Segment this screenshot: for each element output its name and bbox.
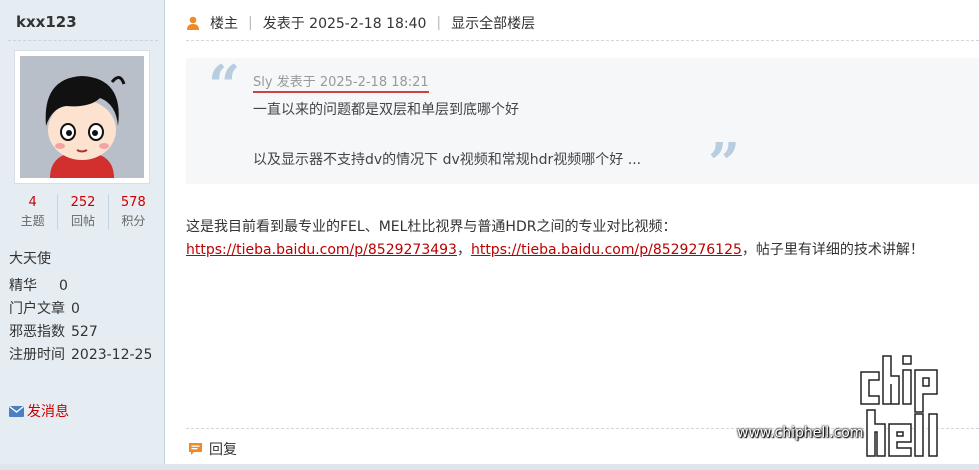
info-key: 注册时间 — [9, 347, 65, 363]
quote-open-icon: “ — [208, 53, 241, 119]
avatar-image — [20, 56, 144, 178]
user-sidebar: kxx123 4 主题 252 回帖 578 积分 大天使 精华 0 门户文章 … — [0, 0, 165, 470]
info-row: 注册时间 2023-12-25 — [9, 344, 152, 367]
info-value: 2023-12-25 — [71, 347, 153, 363]
stat-label: 回帖 — [70, 214, 95, 228]
quote-line: 以及显示器不支持dv的情况下 dv视频和常规hdr视频哪个好 ... — [253, 152, 642, 168]
separator: | — [436, 15, 442, 31]
quote-author-link[interactable]: Sly 发表于 2025-2-18 18:21 — [253, 75, 429, 93]
post-intro: 这是我目前看到最专业的FEL、MEL杜比视界与普通HDR之间的专业对比视频： — [186, 219, 677, 235]
info-row: 邪恶指数 527 — [9, 321, 152, 344]
comma: ， — [456, 242, 471, 258]
send-message-label: 发消息 — [27, 404, 69, 420]
stat-label: 主题 — [20, 214, 45, 228]
post-header: 楼主 | 发表于 2025-2-18 18:40 | 显示全部楼层 — [186, 13, 535, 33]
post-links-line: https://tieba.baidu.com/p/8529273493，htt… — [186, 239, 924, 262]
send-message-link[interactable]: 发消息 — [9, 401, 69, 421]
show-all-floors-link[interactable]: 显示全部楼层 — [451, 13, 535, 33]
divider — [8, 40, 158, 41]
quote-block: “ Sly 发表于 2025-2-18 18:21 一直以来的问题都是双层和单层… — [186, 53, 979, 192]
reply-label: 回复 — [209, 442, 237, 458]
site-watermark: www.chiphell.com — [737, 352, 967, 462]
watermark-url: www.chiphell.com — [737, 425, 864, 441]
user-stats: 4 主题 252 回帖 578 积分 — [8, 194, 158, 230]
info-key: 门户文章 — [9, 301, 65, 317]
post-body: 这是我目前看到最专业的FEL、MEL杜比视界与普通HDR之间的专业对比视频： h… — [186, 216, 924, 262]
info-row: 精华 0 — [9, 275, 152, 298]
info-key: 邪恶指数 — [9, 324, 65, 340]
link-tieba-1[interactable]: https://tieba.baidu.com/p/8529273493 — [186, 242, 457, 258]
quote-close-icon: ” — [708, 131, 741, 197]
stat-value: 578 — [120, 195, 146, 210]
info-value: 0 — [59, 278, 68, 294]
mail-icon — [9, 405, 24, 417]
separator: | — [248, 15, 253, 31]
stat-value: 252 — [70, 195, 96, 210]
post-outro: ，帖子里有详细的技术讲解！ — [741, 242, 924, 258]
stat-value: 4 — [28, 195, 37, 210]
chiphell-logo — [860, 355, 938, 457]
bottom-border — [0, 464, 979, 470]
reply-button[interactable]: 回复 — [188, 439, 237, 459]
divider — [186, 40, 979, 41]
stat-topics[interactable]: 4 主题 — [8, 194, 59, 230]
reply-icon — [189, 443, 202, 455]
avatar[interactable] — [14, 50, 150, 184]
quote-line: 一直以来的问题都是双层和单层到底哪个好 — [253, 102, 519, 118]
info-value: 527 — [71, 324, 98, 340]
stat-label: 积分 — [121, 214, 146, 228]
info-row: 门户文章 0 — [9, 298, 152, 321]
info-value: 0 — [71, 301, 80, 317]
stat-points[interactable]: 578 积分 — [109, 194, 158, 230]
user-icon — [187, 16, 199, 30]
user-group[interactable]: 大天使 — [9, 248, 51, 268]
stat-replies[interactable]: 252 回帖 — [58, 194, 109, 230]
user-info: 精华 0 门户文章 0 邪恶指数 527 注册时间 2023-12-25 — [9, 275, 152, 367]
link-tieba-2[interactable]: https://tieba.baidu.com/p/8529276125 — [471, 242, 742, 258]
info-key: 精华 — [9, 278, 37, 294]
floor-label: 楼主 — [210, 16, 238, 32]
post-time: 发表于 2025-2-18 18:40 — [262, 16, 427, 32]
username[interactable]: kxx123 — [16, 13, 77, 31]
